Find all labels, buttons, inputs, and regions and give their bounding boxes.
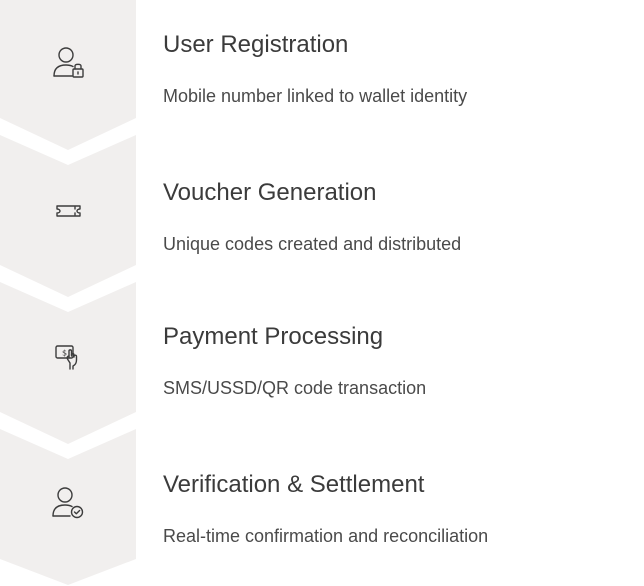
step-payment-processing: $ Payment Processing SMS/USSD/QR code tr… bbox=[0, 292, 644, 438]
step-description: Real-time confirmation and reconciliatio… bbox=[163, 526, 489, 546]
step-voucher-generation: Voucher Generation Unique codes created … bbox=[0, 148, 644, 294]
step-title: Payment Processing bbox=[163, 323, 384, 350]
user-check-icon bbox=[52, 487, 84, 519]
step-user-registration: User Registration Mobile number linked t… bbox=[0, 0, 644, 146]
step-verification-settlement: Verification & Settlement Real-time conf… bbox=[0, 440, 644, 586]
svg-text:$: $ bbox=[62, 349, 67, 358]
step-description: Unique codes created and distributed bbox=[163, 234, 462, 254]
step-description: SMS/USSD/QR code transaction bbox=[163, 378, 427, 398]
step-title: Verification & Settlement bbox=[163, 471, 425, 498]
ticket-icon bbox=[56, 205, 81, 217]
user-lock-icon bbox=[53, 47, 84, 78]
hand-payment-icon: $ bbox=[55, 345, 78, 370]
step-title: Voucher Generation bbox=[163, 179, 377, 206]
step-description: Mobile number linked to wallet identity bbox=[163, 86, 468, 106]
step-title: User Registration bbox=[163, 31, 349, 58]
